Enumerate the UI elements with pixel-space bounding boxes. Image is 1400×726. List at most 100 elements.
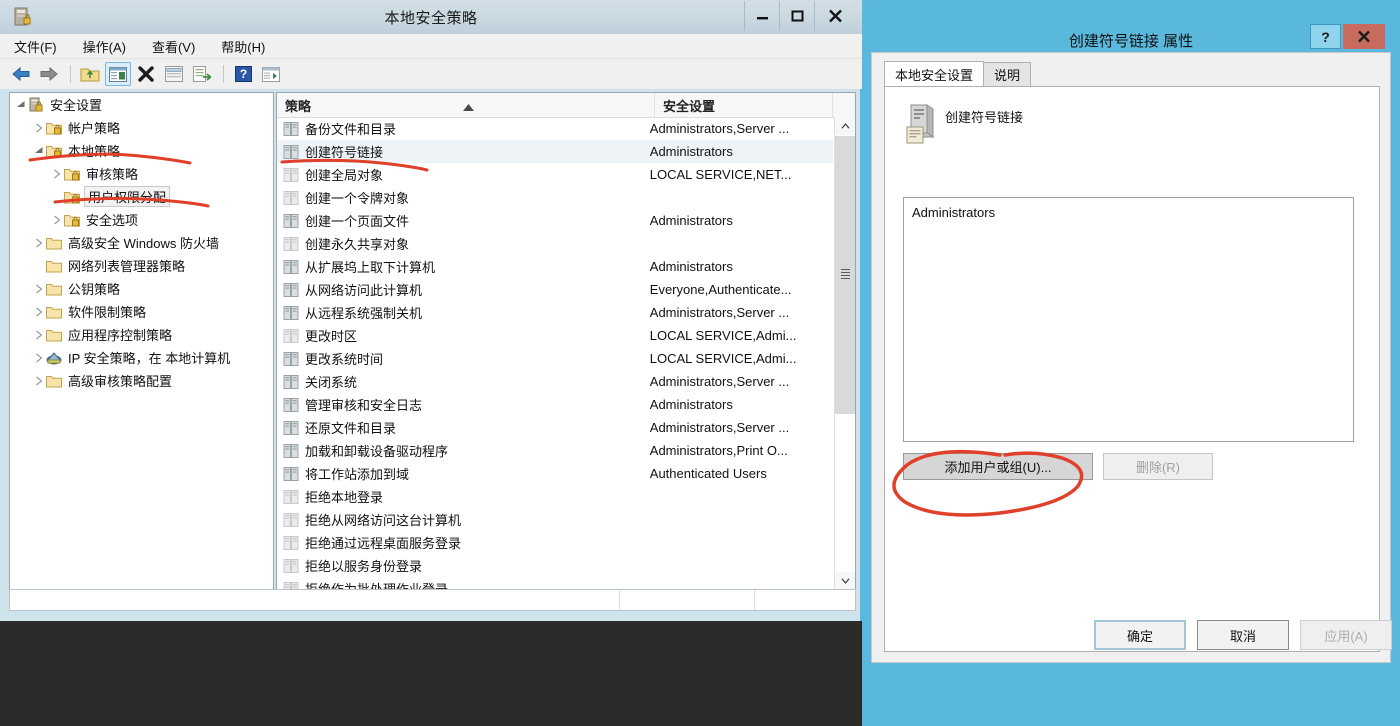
list-item[interactable]: Administrators [912, 204, 1345, 222]
dialog-help-button[interactable]: ? [1310, 24, 1341, 49]
tab-explain[interactable]: 说明 [983, 62, 1032, 87]
help-icon[interactable]: ? [230, 62, 256, 86]
maximize-button[interactable] [779, 1, 814, 31]
table-row[interactable]: 关闭系统 Administrators,Server ... [277, 370, 833, 393]
scroll-down-icon[interactable] [835, 572, 855, 589]
cancel-button[interactable]: 取消 [1197, 620, 1289, 650]
dialog-footer: 确定 取消 应用(A) [872, 606, 1392, 662]
menu-view[interactable]: 查看(V) [152, 37, 195, 56]
delete-icon[interactable] [133, 62, 159, 86]
table-row[interactable]: 将工作站添加到域 Authenticated Users [277, 462, 833, 485]
back-icon[interactable] [8, 62, 34, 86]
menu-file[interactable]: 文件(F) [14, 37, 57, 56]
policy-set-icon [283, 420, 299, 436]
chevron-right-icon[interactable] [32, 346, 46, 369]
dialog-close-button[interactable] [1343, 24, 1385, 49]
scroll-up-icon[interactable] [835, 117, 855, 135]
column-header-blank [833, 93, 855, 117]
up-folder-icon[interactable] [77, 62, 103, 86]
chevron-right-icon[interactable] [32, 116, 46, 139]
tree-item-7[interactable]: 网络列表管理器策略 [10, 254, 273, 277]
main-titlebar: 本地安全策略 [0, 0, 862, 34]
chevron-right-icon[interactable] [32, 300, 46, 323]
list-vertical-scrollbar[interactable] [834, 117, 855, 589]
export-list-icon[interactable] [189, 62, 215, 86]
column-header-policy[interactable]: 策略 [277, 93, 655, 117]
policy-name-cell: 从远程系统强制关机 [305, 306, 423, 321]
security-setting-cell: Administrators,Server ... [649, 305, 790, 320]
close-button[interactable] [814, 1, 856, 31]
properties-icon[interactable] [161, 62, 187, 86]
ok-button[interactable]: 确定 [1094, 620, 1186, 650]
table-row[interactable]: 创建符号链接 Administrators [277, 140, 833, 163]
chevron-down-icon[interactable] [32, 139, 46, 162]
table-row[interactable]: 创建一个令牌对象 [277, 186, 833, 209]
policy-name-cell: 拒绝以服务身份登录 [305, 559, 423, 574]
tree-item-1[interactable]: 帐户策略 [10, 116, 273, 139]
chevron-right-icon[interactable] [32, 277, 46, 300]
policy-folder-icon [64, 212, 82, 228]
table-row[interactable]: 拒绝从网络访问这台计算机 [277, 508, 833, 531]
tree-item-6[interactable]: 高级安全 Windows 防火墙 [10, 231, 273, 254]
folder-icon [46, 281, 64, 297]
tree-item-0[interactable]: 安全设置 [10, 93, 273, 116]
table-row[interactable]: 拒绝以服务身份登录 [277, 554, 833, 577]
tree-item-11[interactable]: IP 安全策略，在 本地计算机 [10, 346, 273, 369]
table-row[interactable]: 管理审核和安全日志 Administrators [277, 393, 833, 416]
chevron-right-icon[interactable] [50, 208, 64, 231]
svg-text:?: ? [239, 67, 246, 81]
policy-rows: 备份文件和目录 Administrators,Server ... 创建符号链接 Ad… [277, 117, 833, 589]
console-tree-pane[interactable]: 安全设置 帐户策略 本地策略 审核策略 用户权限分配 安全选项 高级安全 Windows 防… [9, 92, 274, 590]
minimize-button[interactable] [744, 1, 779, 31]
menu-help[interactable]: 帮助(H) [221, 37, 265, 56]
scrollbar-thumb[interactable] [835, 136, 855, 414]
table-row[interactable]: 更改时区 LOCAL SERVICE,Admi... [277, 324, 833, 347]
table-row[interactable]: 从网络访问此计算机 Everyone,Authenticate... [277, 278, 833, 301]
tab-local-security-setting[interactable]: 本地安全设置 [884, 61, 985, 87]
column-header-security-setting[interactable]: 安全设置 [655, 93, 833, 117]
policy-set-icon [283, 144, 299, 160]
add-user-or-group-button[interactable]: 添加用户或组(U)... [903, 453, 1093, 480]
tree-item-10[interactable]: 应用程序控制策略 [10, 323, 273, 346]
tree-item-12[interactable]: 高级审核策略配置 [10, 369, 273, 392]
chevron-right-icon[interactable] [32, 231, 46, 254]
tree-item-2[interactable]: 本地策略 [10, 139, 273, 162]
forward-icon[interactable] [36, 62, 62, 86]
policy-empty-icon [283, 512, 299, 528]
policy-list-pane[interactable]: 策略 安全设置 备份文件和目录 Administrators,Server ...… [276, 92, 856, 590]
tree-item-9[interactable]: 软件限制策略 [10, 300, 273, 323]
status-bar [9, 589, 856, 611]
show-hide-tree-icon[interactable] [105, 62, 131, 86]
policy-empty-icon [283, 558, 299, 574]
tree-item-4[interactable]: 用户权限分配 [10, 185, 273, 208]
assigned-members-listbox[interactable]: Administrators [903, 197, 1354, 442]
table-row[interactable]: 更改系统时间 LOCAL SERVICE,Admi... [277, 347, 833, 370]
table-row[interactable]: 加载和卸载设备驱动程序 Administrators,Print O... [277, 439, 833, 462]
table-row[interactable]: 创建一个页面文件 Administrators [277, 209, 833, 232]
table-row[interactable]: 备份文件和目录 Administrators,Server ... [277, 117, 833, 140]
table-row[interactable]: 创建永久共享对象 [277, 232, 833, 255]
menu-action[interactable]: 操作(A) [83, 37, 126, 56]
policy-name-cell: 拒绝通过远程桌面服务登录 [305, 536, 462, 551]
show-action-pane-icon[interactable] [258, 62, 284, 86]
security-setting-cell: LOCAL SERVICE,Admi... [649, 351, 797, 366]
table-row[interactable]: 还原文件和目录 Administrators,Server ... [277, 416, 833, 439]
policy-name-cell: 拒绝本地登录 [305, 490, 384, 505]
tree-item-3[interactable]: 审核策略 [10, 162, 273, 185]
table-row[interactable]: 创建全局对象 LOCAL SERVICE,NET... [277, 163, 833, 186]
tree-item-8[interactable]: 公钥策略 [10, 277, 273, 300]
table-row[interactable]: 从远程系统强制关机 Administrators,Server ... [277, 301, 833, 324]
chevron-right-icon[interactable] [50, 162, 64, 185]
chevron-down-icon[interactable] [14, 93, 28, 116]
table-row[interactable]: 拒绝通过远程桌面服务登录 [277, 531, 833, 554]
chevron-right-icon[interactable] [32, 323, 46, 346]
tree-item-5[interactable]: 安全选项 [10, 208, 273, 231]
apply-button: 应用(A) [1300, 620, 1392, 650]
page-title: 本地安全策略 [384, 10, 478, 27]
table-row[interactable]: 拒绝本地登录 [277, 485, 833, 508]
policy-folder-icon [64, 166, 82, 182]
tree-item-label: 应用程序控制策略 [68, 328, 173, 343]
chevron-right-icon[interactable] [32, 369, 46, 392]
policy-header: 创建符号链接 [903, 104, 1023, 144]
table-row[interactable]: 从扩展坞上取下计算机 Administrators [277, 255, 833, 278]
